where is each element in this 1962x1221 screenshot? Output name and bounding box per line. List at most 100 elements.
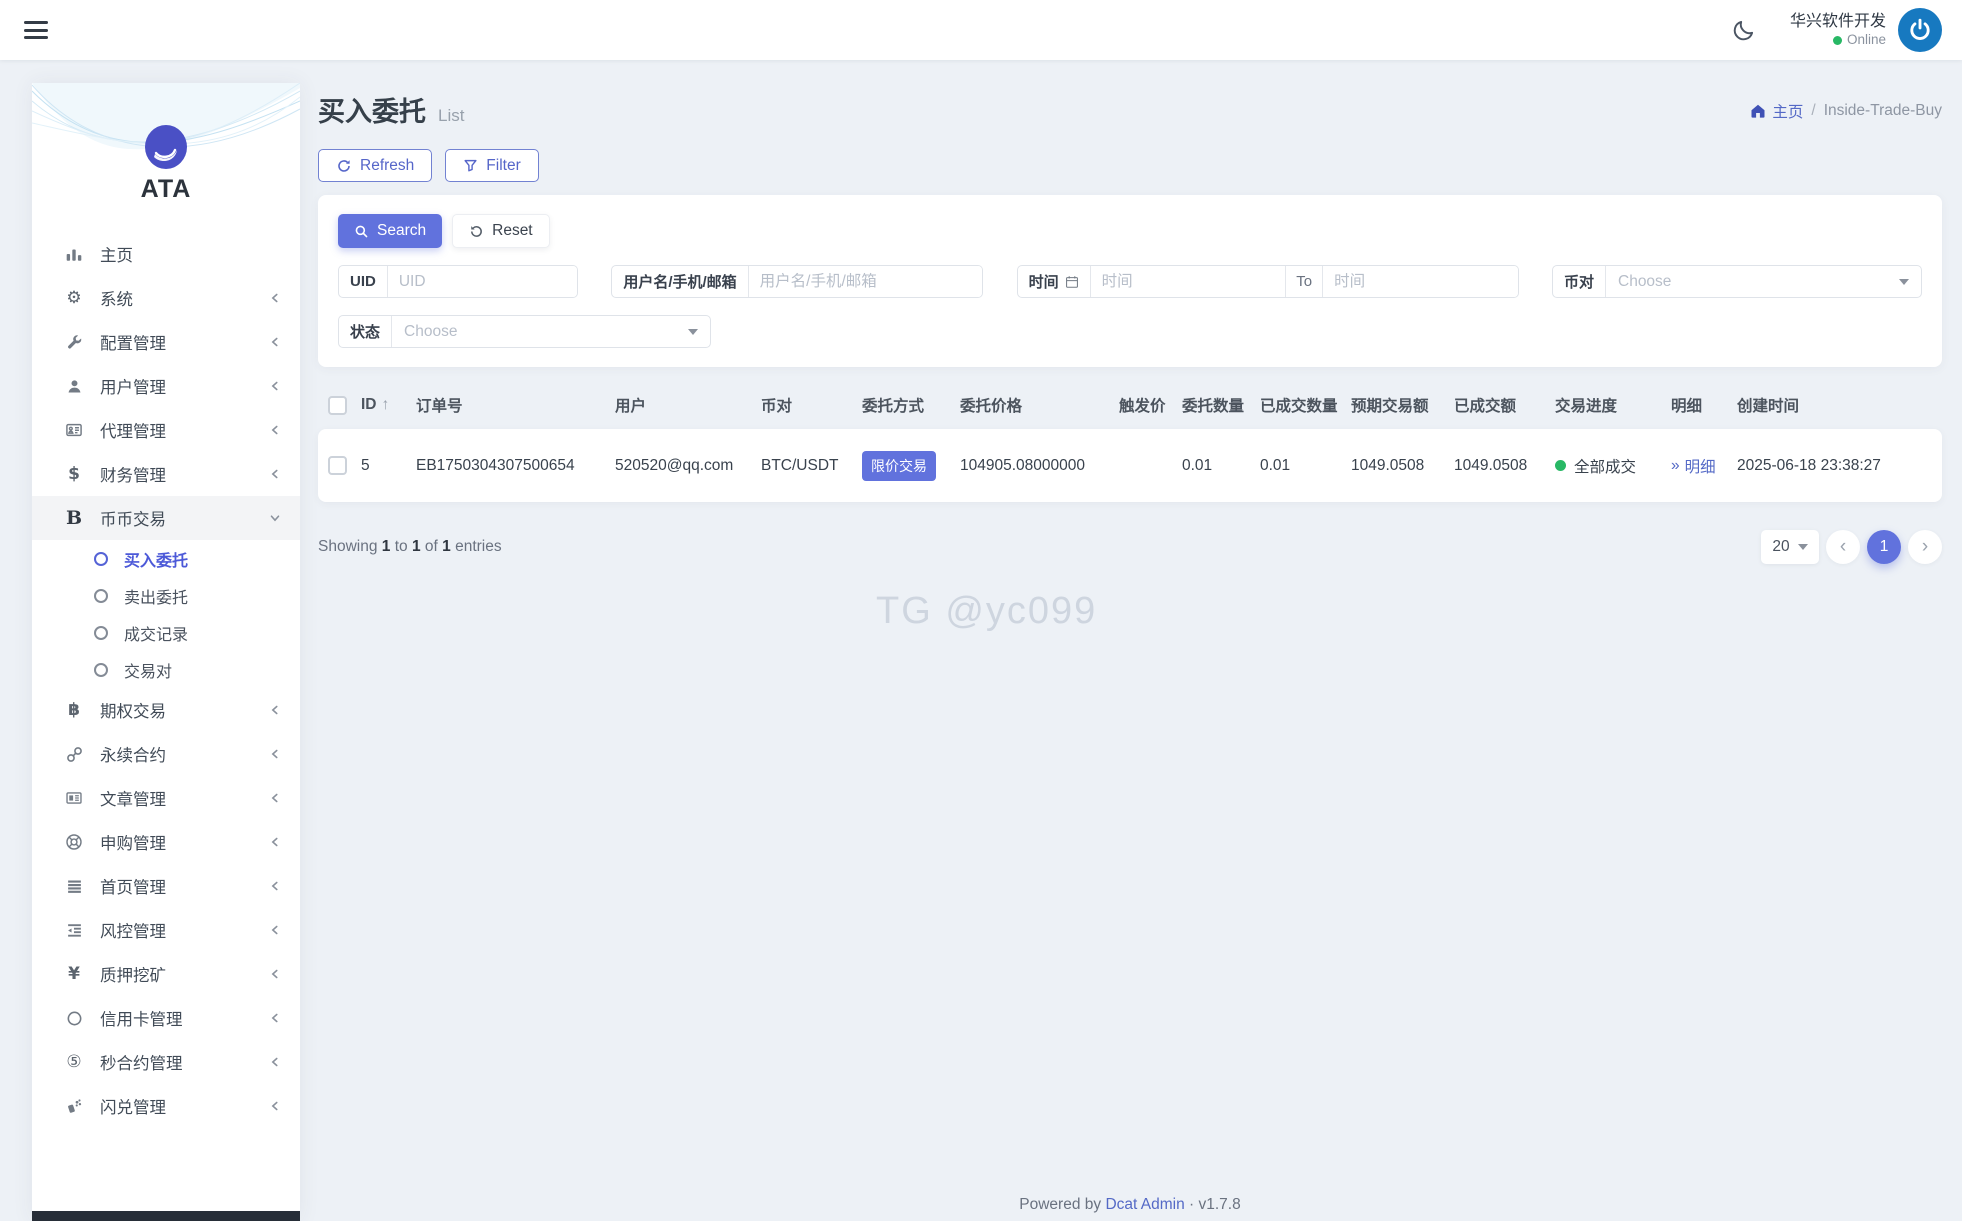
- sidebar-item-flash-exchange[interactable]: 闪兑管理: [32, 1084, 300, 1128]
- sidebar-item-finance[interactable]: $ 财务管理: [32, 452, 300, 496]
- per-page-select[interactable]: 20: [1761, 530, 1819, 564]
- caret-down-icon: [1798, 544, 1808, 550]
- sidebar-item-label: 闪兑管理: [100, 1094, 166, 1118]
- pair-select[interactable]: Choose: [1606, 266, 1921, 297]
- status-select[interactable]: Choose: [392, 316, 710, 347]
- chart-bar-icon: [62, 245, 86, 263]
- sidebar-item-spot-trading[interactable]: B 币币交易: [32, 496, 300, 540]
- filter-button[interactable]: Filter: [445, 149, 538, 182]
- column-header-quantity: 委托数量: [1182, 394, 1260, 416]
- chevron-left-icon: [268, 1011, 282, 1025]
- breadcrumb: 主页 / Inside-Trade-Buy: [1750, 100, 1942, 122]
- column-header-detail: 明细: [1671, 394, 1737, 416]
- row-checkbox[interactable]: [328, 456, 347, 475]
- sidebar-item-subscription[interactable]: 申购管理: [32, 820, 300, 864]
- sidebar-item-label: 配置管理: [100, 330, 166, 354]
- time-from-input[interactable]: [1091, 266, 1286, 297]
- sidebar-item-users[interactable]: 用户管理: [32, 364, 300, 408]
- topbar: 华兴软件开发 Online: [0, 0, 1962, 60]
- link-icon: [62, 746, 86, 763]
- chevron-left-icon: [268, 967, 282, 981]
- order-type-badge: 限价交易: [862, 451, 936, 481]
- cell-detail: » 明细: [1671, 455, 1737, 477]
- progress-text: 全部成交: [1574, 455, 1636, 477]
- sidebar-item-label: 秒合约管理: [100, 1050, 183, 1074]
- sidebar-item-agents[interactable]: 代理管理: [32, 408, 300, 452]
- breadcrumb-home-link[interactable]: 主页: [1750, 100, 1803, 122]
- uid-input[interactable]: [388, 266, 577, 297]
- id-card-icon: [62, 421, 86, 439]
- sidebar-item-articles[interactable]: 文章管理: [32, 776, 300, 820]
- outdent-icon: [62, 922, 86, 939]
- chevron-left-icon: [268, 879, 282, 893]
- power-icon: [1907, 17, 1933, 43]
- circle-icon: [94, 663, 108, 677]
- column-header-trigger-price: 触发价: [1119, 394, 1182, 416]
- chevron-left-icon: [268, 703, 282, 717]
- user-icon: [62, 378, 86, 395]
- column-header-expected-amount: 预期交易额: [1351, 394, 1454, 416]
- search-icon: [354, 224, 369, 239]
- user-input[interactable]: [749, 266, 983, 297]
- brand-area: ATA: [32, 83, 300, 230]
- sidebar-item-options[interactable]: ฿ 期权交易: [32, 688, 300, 732]
- sidebar-item-system[interactable]: ⚙ 系统: [32, 276, 300, 320]
- cell-filled-amount: 1049.0508: [1454, 457, 1555, 475]
- sort-asc-icon[interactable]: ↑: [382, 396, 390, 413]
- pagination-prev-button[interactable]: ‹: [1826, 530, 1860, 564]
- pagination-next-button[interactable]: ›: [1908, 530, 1942, 564]
- sidebar-item-credit-card[interactable]: 信用卡管理: [32, 996, 300, 1040]
- sidebar-item-perpetual[interactable]: 永续合约: [32, 732, 300, 776]
- sidebar-subitem-trading-pairs[interactable]: 交易对: [32, 651, 300, 688]
- pagination-page-1[interactable]: 1: [1867, 530, 1901, 564]
- align-justify-icon: [62, 878, 86, 895]
- sidebar-item-label: 风控管理: [100, 918, 166, 942]
- detail-link[interactable]: » 明细: [1671, 455, 1731, 477]
- five-circle-icon: ⑤: [62, 1052, 86, 1072]
- sidebar-item-config[interactable]: 配置管理: [32, 320, 300, 364]
- sidebar-item-label: 系统: [100, 286, 133, 310]
- letter-b-icon: B: [62, 507, 86, 529]
- avatar[interactable]: [1898, 8, 1942, 52]
- orders-table: ID↑ 订单号 用户 币对 委托方式 委托价格 触发价 委托数量 已成交数量 预…: [318, 387, 1942, 502]
- chevron-left-icon: [268, 835, 282, 849]
- yen-icon: ¥: [62, 964, 86, 984]
- dark-mode-toggle[interactable]: [1732, 18, 1756, 42]
- sidebar-subitem-buy-orders[interactable]: 买入委托: [32, 540, 300, 577]
- sidebar-item-label: 用户管理: [100, 374, 166, 398]
- column-header-filled-quantity: 已成交数量: [1260, 394, 1351, 416]
- column-header-user: 用户: [615, 394, 761, 416]
- spray-icon: [62, 1098, 86, 1115]
- sidebar-item-risk[interactable]: 风控管理: [32, 908, 300, 952]
- toolbar: Refresh Filter: [318, 149, 1942, 182]
- reset-button[interactable]: Reset: [452, 214, 550, 248]
- dollar-icon: $: [62, 464, 86, 484]
- refresh-button[interactable]: Refresh: [318, 149, 432, 182]
- sidebar-item-second-contract[interactable]: ⑤ 秒合约管理: [32, 1040, 300, 1084]
- sidebar-item-home[interactable]: 主页: [32, 232, 300, 276]
- spot-trading-submenu: 买入委托 卖出委托 成交记录 交易对: [32, 540, 300, 688]
- status-label: 状态: [339, 316, 392, 347]
- chevron-left-icon: [268, 1099, 282, 1113]
- cell-user: 520520@qq.com: [615, 457, 761, 475]
- user-name: 华兴软件开发: [1790, 12, 1886, 32]
- time-to-input[interactable]: [1323, 266, 1518, 297]
- sidebar-item-label: 文章管理: [100, 786, 166, 810]
- select-all-checkbox[interactable]: [328, 396, 347, 415]
- chevron-down-icon: [268, 511, 282, 525]
- sidebar-item-staking[interactable]: ¥ 质押挖矿: [32, 952, 300, 996]
- search-button[interactable]: Search: [338, 214, 442, 248]
- page-footer: Powered by Dcat Admin · v1.7.8: [318, 1196, 1942, 1214]
- sidebar-subitem-sell-orders[interactable]: 卖出委托: [32, 577, 300, 614]
- sidebar-subitem-trade-records[interactable]: 成交记录: [32, 614, 300, 651]
- caret-down-icon: [1899, 279, 1909, 285]
- sidebar-toggle-button[interactable]: [24, 21, 48, 39]
- user-menu[interactable]: 华兴软件开发 Online: [1790, 12, 1886, 49]
- column-header-pair: 币对: [761, 394, 862, 416]
- sidebar-item-label: 信用卡管理: [100, 1006, 183, 1030]
- cell-filled-quantity: 0.01: [1260, 457, 1351, 475]
- user-status: Online: [1790, 32, 1886, 49]
- dcat-admin-link[interactable]: Dcat Admin: [1105, 1196, 1184, 1213]
- chevron-left-icon: [268, 791, 282, 805]
- sidebar-item-homepage[interactable]: 首页管理: [32, 864, 300, 908]
